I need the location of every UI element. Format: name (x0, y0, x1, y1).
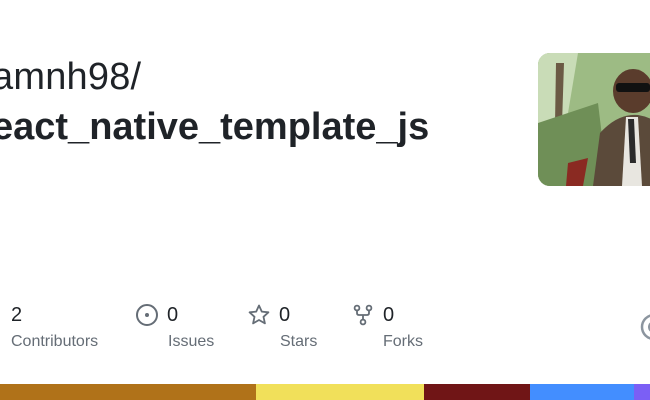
language-segment (423, 384, 530, 400)
repo-forked-icon (351, 303, 375, 327)
forks-label: Forks (383, 333, 423, 350)
stat-forks[interactable]: 0 Forks (351, 300, 423, 351)
github-logo-icon (640, 313, 650, 341)
forks-count: 0 (383, 303, 395, 326)
language-bar (0, 384, 650, 400)
stat-stars[interactable]: 0 Stars (247, 300, 317, 351)
language-segment (256, 384, 424, 400)
stat-contributors[interactable]: 2 Contributors (11, 300, 98, 351)
issues-label: Issues (168, 333, 215, 350)
star-icon (247, 303, 271, 327)
repo-name[interactable]: eact_native_template_js (0, 106, 429, 149)
language-segment (529, 384, 634, 400)
repo-stats: 2 Contributors 0 Issues 0 Stars 0 Forks (0, 300, 650, 360)
contributors-count: 2 (11, 303, 23, 326)
stars-label: Stars (280, 333, 318, 350)
language-segment (633, 384, 650, 400)
owner-avatar (538, 53, 650, 186)
stat-issues[interactable]: 0 Issues (135, 300, 214, 351)
issues-count: 0 (167, 303, 179, 326)
contributors-label: Contributors (11, 333, 99, 350)
repo-owner[interactable]: amnh98/ (0, 56, 141, 99)
issue-opened-icon (135, 303, 159, 327)
repo-social-card: amnh98/ eact_native_template_js 2 Contri… (0, 0, 650, 400)
stars-count: 0 (279, 303, 291, 326)
language-segment (0, 384, 257, 400)
